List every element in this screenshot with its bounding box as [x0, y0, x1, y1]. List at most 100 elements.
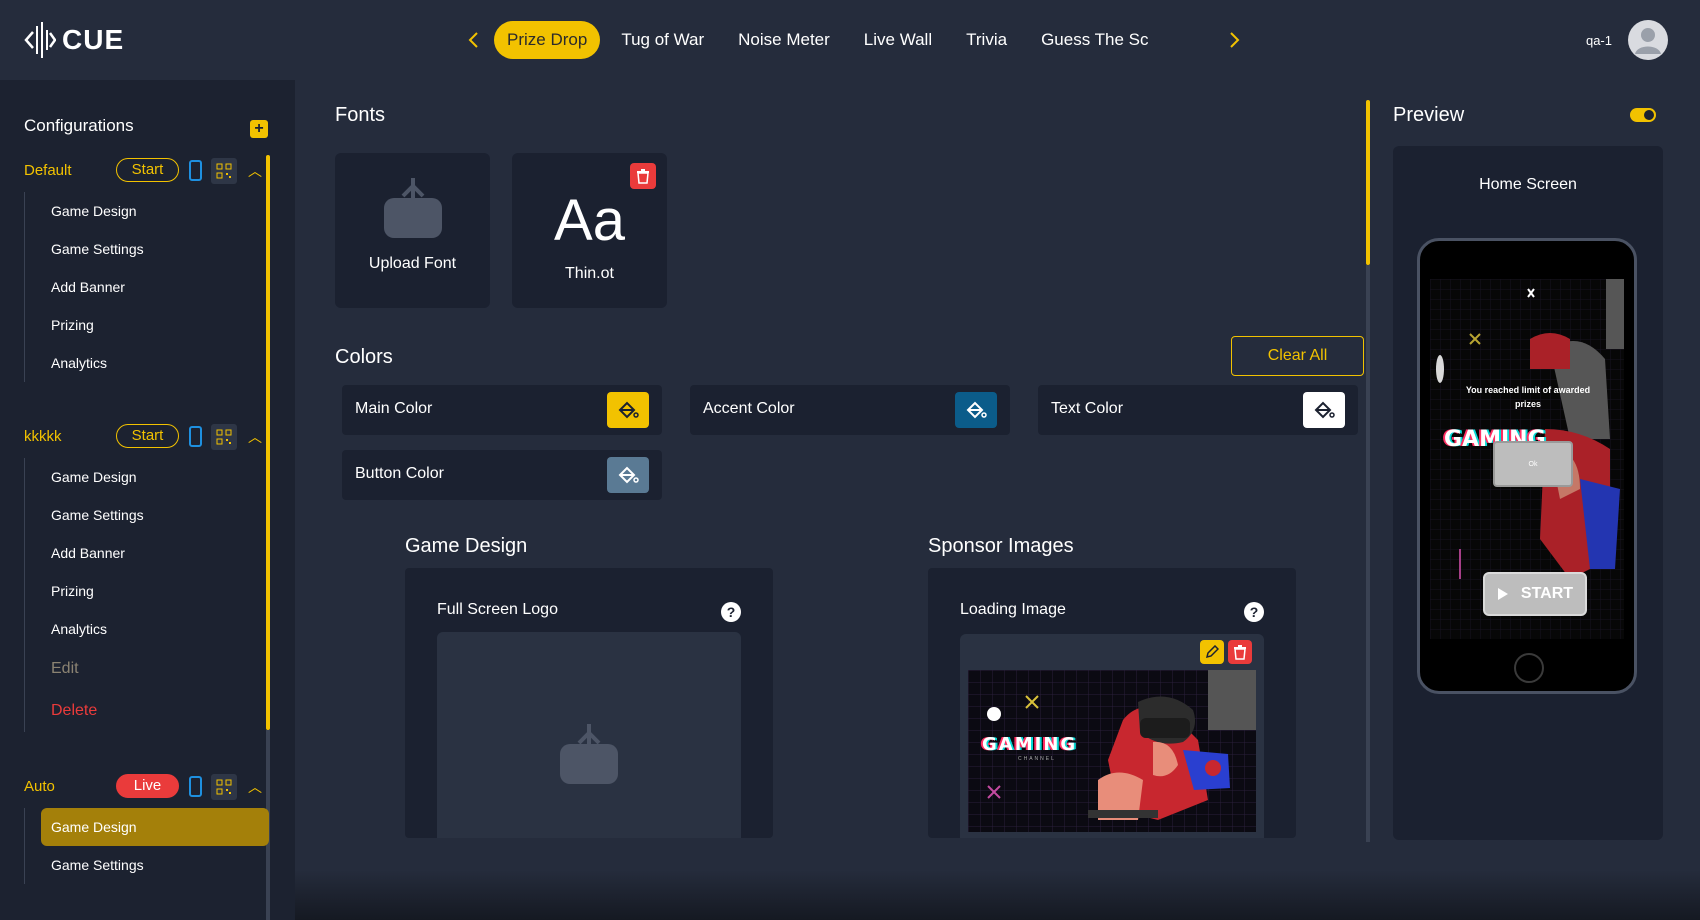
qr-code-icon[interactable]: [211, 158, 237, 184]
collapse-chevron-icon[interactable]: ︿: [248, 777, 262, 797]
delete-config-button[interactable]: Delete: [25, 690, 270, 732]
config-start-button[interactable]: Start: [116, 424, 179, 448]
menu-game-design[interactable]: Game Design: [25, 192, 270, 230]
font-name: Thin.ot: [565, 265, 614, 282]
color-label: Text Color: [1051, 400, 1124, 417]
menu-analytics[interactable]: Analytics: [25, 610, 270, 648]
paint-bucket-icon: [618, 466, 639, 484]
prize-limit-message: You reached limit of awarded prizes: [1465, 385, 1591, 409]
menu-add-banner[interactable]: Add Banner: [25, 268, 270, 306]
tab-guess-the-score[interactable]: Guess The Sc: [1028, 21, 1161, 59]
menu-prizing[interactable]: Prizing: [25, 572, 270, 610]
tab-trivia[interactable]: Trivia: [953, 21, 1020, 59]
help-icon[interactable]: ?: [1244, 602, 1264, 622]
logo-upload-dropzone[interactable]: [437, 632, 741, 838]
collapse-chevron-icon[interactable]: ︿: [248, 161, 262, 181]
upload-icon: [560, 724, 618, 784]
delete-font-button[interactable]: [630, 163, 656, 189]
trash-icon: [637, 169, 649, 184]
qr-code-icon[interactable]: [211, 774, 237, 800]
user-name: qa-1: [1585, 32, 1612, 48]
menu-game-design-active[interactable]: Game Design: [41, 808, 269, 846]
qr-code-icon[interactable]: [211, 424, 237, 450]
sidebar-title: Configurations: [24, 116, 134, 135]
edit-config-button[interactable]: Edit: [25, 648, 270, 690]
menu-game-settings[interactable]: Game Settings: [25, 496, 270, 534]
phone-preview-icon[interactable]: [189, 776, 202, 797]
logo-text: CUE: [62, 24, 125, 55]
user-icon: [1635, 28, 1661, 54]
bottom-shadow: [295, 870, 1700, 920]
content-scrollbar-thumb[interactable]: [1366, 100, 1370, 265]
menu-analytics[interactable]: Analytics: [25, 344, 270, 382]
main-content: Fonts Upload Font Aa Thin.ot Colors Clea…: [295, 80, 1370, 920]
upload-font-label: Upload Font: [368, 255, 457, 272]
config-name: Auto: [24, 778, 55, 795]
phone-ok-button[interactable]: Ok: [1493, 441, 1573, 487]
plus-icon: +: [254, 120, 264, 137]
banner-channel-text: CHANNEL: [1018, 756, 1056, 762]
clear-all-button[interactable]: Clear All: [1231, 336, 1364, 376]
preview-panel: Home Screen GAMING You reached limit of …: [1393, 146, 1663, 840]
preview-toggle[interactable]: [1630, 108, 1656, 122]
main-color-swatch[interactable]: [607, 392, 649, 428]
color-label: Accent Color: [703, 400, 795, 417]
color-label: Main Color: [355, 400, 433, 417]
font-card-thin[interactable]: Aa Thin.ot: [512, 153, 667, 308]
preview-title: Preview: [1393, 104, 1465, 126]
config-header[interactable]: Default Start ︿: [0, 158, 270, 184]
app-logo[interactable]: CUE: [24, 20, 124, 60]
add-configuration-button[interactable]: +: [250, 120, 268, 138]
upload-font-card[interactable]: Upload Font: [335, 153, 490, 308]
config-kkkkk: kkkkk Start ︿ Game Design Game Settings …: [0, 424, 270, 732]
config-header[interactable]: kkkkk Start ︿: [0, 424, 270, 450]
config-start-button[interactable]: Start: [116, 158, 179, 182]
trash-icon: [1234, 645, 1246, 660]
delete-image-button[interactable]: [1228, 640, 1252, 664]
loading-image-panel: Loading Image ? GAMING CHANNEL: [928, 568, 1296, 838]
help-icon[interactable]: ?: [721, 602, 741, 622]
paint-bucket-icon: [618, 401, 639, 419]
config-default: Default Start ︿ Game Design Game Setting…: [0, 158, 270, 382]
game-tabs: Prize Drop Tug of War Noise Meter Live W…: [462, 21, 1246, 59]
content-scrollbar-track[interactable]: [1366, 265, 1370, 842]
tab-noise-meter[interactable]: Noise Meter: [725, 21, 843, 59]
collapse-chevron-icon[interactable]: ︿: [248, 427, 262, 447]
fonts-title: Fonts: [335, 104, 386, 126]
tab-live-wall[interactable]: Live Wall: [851, 21, 945, 59]
config-live-badge[interactable]: Live: [116, 774, 179, 798]
edit-image-button[interactable]: [1200, 640, 1224, 664]
button-color-swatch[interactable]: [607, 457, 649, 493]
avatar[interactable]: [1628, 20, 1668, 60]
config-auto: Auto Live ︿ Game Design Game Settings: [0, 774, 270, 884]
tabs-prev-button[interactable]: [462, 21, 484, 59]
menu-add-banner[interactable]: Add Banner: [25, 534, 270, 572]
gaming-banner-image: GAMING CHANNEL: [968, 670, 1256, 832]
phone-mockup: GAMING You reached limit of awarded priz…: [1417, 238, 1637, 694]
text-color-swatch[interactable]: [1303, 392, 1345, 428]
sponsor-images-title: Sponsor Images: [928, 535, 1074, 557]
logo-waveform-icon: [24, 20, 56, 60]
user-menu[interactable]: qa-1: [1586, 20, 1668, 60]
banner-gaming-text: GAMING: [982, 734, 1078, 755]
phone-preview-icon[interactable]: [189, 426, 202, 447]
paint-bucket-icon: [1314, 401, 1335, 419]
config-menu: Game Design Game Settings: [24, 808, 270, 884]
menu-prizing[interactable]: Prizing: [25, 306, 270, 344]
text-color-field: Text Color: [1038, 385, 1358, 435]
phone-preview-icon[interactable]: [189, 160, 202, 181]
tabs-list: Prize Drop Tug of War Noise Meter Live W…: [494, 21, 1214, 59]
config-header[interactable]: Auto Live ︿: [0, 774, 270, 800]
loading-image-frame: GAMING CHANNEL: [960, 634, 1264, 838]
config-menu: Game Design Game Settings Add Banner Pri…: [24, 192, 270, 382]
tab-prize-drop[interactable]: Prize Drop: [494, 21, 601, 59]
tab-tug-of-war[interactable]: Tug of War: [608, 21, 717, 59]
chevron-right-icon: [1230, 32, 1240, 48]
font-preview: Aa: [554, 188, 625, 253]
phone-start-button[interactable]: START: [1483, 572, 1587, 616]
menu-game-settings[interactable]: Game Settings: [25, 230, 270, 268]
menu-game-settings[interactable]: Game Settings: [25, 846, 270, 884]
menu-game-design[interactable]: Game Design: [25, 458, 270, 496]
accent-color-swatch[interactable]: [955, 392, 997, 428]
tabs-next-button[interactable]: [1224, 21, 1246, 59]
